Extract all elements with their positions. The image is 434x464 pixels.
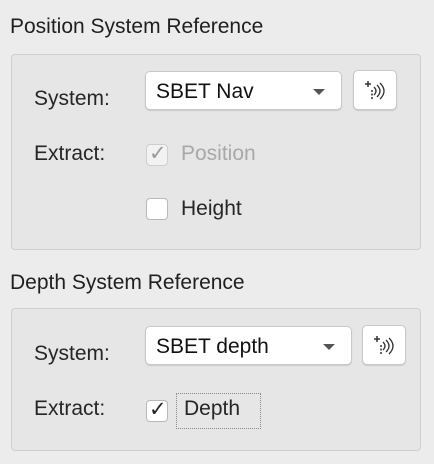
depth-extract-label: Extract: [34,397,106,420]
depth-reference-title: Depth System Reference [10,271,245,294]
depth-checkbox-label: Depth [184,397,241,420]
sensor-wave-icon [374,336,394,355]
chevron-down-icon [323,344,335,350]
position-system-select[interactable]: SBET Nav [145,71,342,110]
depth-reference-group: System: SBET depth Extract: ✓ Depth [11,308,421,451]
height-checkbox[interactable] [146,198,168,220]
check-icon: ✓ [149,142,167,165]
depth-system-tool-button[interactable] [362,325,406,365]
position-reference-group: System: SBET Nav Extract: ✓ Position Hei… [11,54,421,250]
position-extract-label: Extract: [34,142,106,165]
position-reference-title: Position System Reference [10,15,264,38]
position-system-label: System: [34,87,110,110]
position-system-tool-button[interactable] [353,70,397,110]
sensor-wave-icon [365,81,385,100]
position-checkbox-label: Position [181,142,256,165]
depth-system-select[interactable]: SBET depth [145,326,352,365]
position-checkbox[interactable]: ✓ [146,142,168,166]
check-icon: ✓ [149,398,167,421]
depth-system-label: System: [34,342,110,365]
depth-system-value: SBET depth [156,335,269,358]
position-system-value: SBET Nav [156,80,254,103]
height-checkbox-label: Height [181,197,242,220]
depth-checkbox[interactable]: ✓ [146,398,168,422]
chevron-down-icon [313,89,325,95]
